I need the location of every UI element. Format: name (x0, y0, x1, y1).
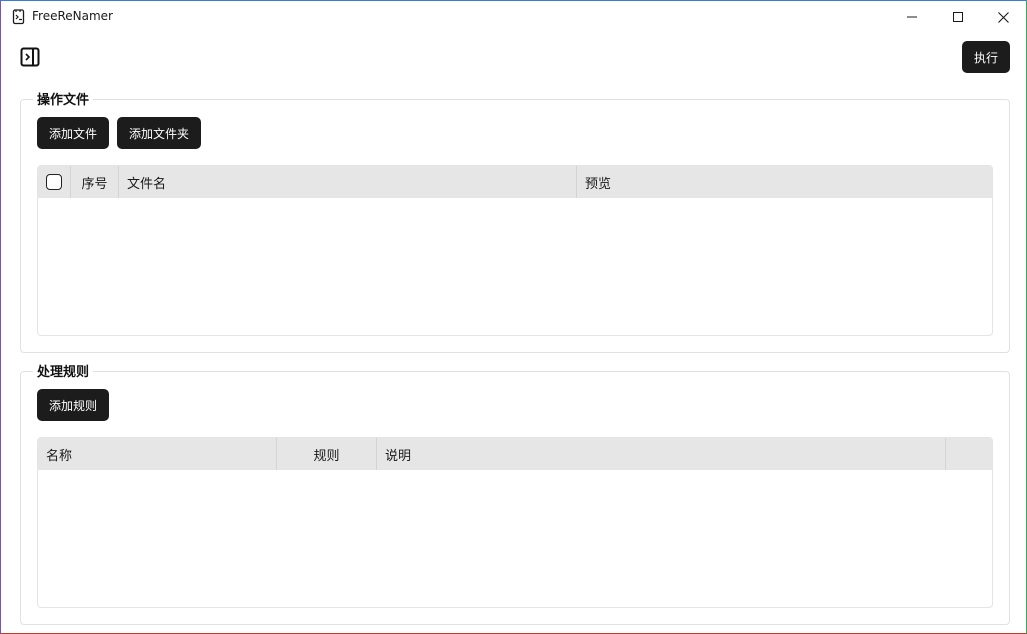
files-table: 序号 文件名 预览 (37, 165, 993, 336)
window-title: FreeReNamer (32, 9, 113, 23)
rules-table-header: 名称 规则 说明 (38, 438, 992, 470)
rules-group: 处理规则 添加规则 名称 规则 说明 (20, 361, 1010, 625)
sidebar-toggle-icon (20, 47, 40, 67)
column-header-filename[interactable]: 文件名 (119, 166, 577, 198)
execute-button[interactable]: 执行 (962, 41, 1010, 73)
minimize-button[interactable] (889, 1, 935, 33)
add-file-button[interactable]: 添加文件 (37, 117, 109, 149)
files-table-header: 序号 文件名 预览 (38, 166, 992, 198)
maximize-icon (953, 12, 963, 22)
sidebar-toggle-button[interactable] (20, 47, 40, 67)
close-button[interactable] (980, 1, 1026, 33)
files-group: 操作文件 添加文件 添加文件夹 序号 文件名 预览 (20, 89, 1010, 353)
add-folder-button[interactable]: 添加文件夹 (117, 117, 201, 149)
column-header-name[interactable]: 名称 (38, 438, 277, 470)
column-header-actions (946, 438, 992, 470)
title-bar[interactable]: FreeReNamer (1, 1, 1026, 33)
close-icon (997, 11, 1009, 23)
app-window: FreeReNamer 执行 操作文件 添加文件 添加文件夹 序号 文件名 预览… (0, 0, 1027, 634)
select-all-checkbox[interactable] (46, 174, 62, 190)
column-header-preview[interactable]: 预览 (577, 166, 992, 198)
select-all-header (38, 166, 71, 198)
column-header-index[interactable]: 序号 (71, 166, 119, 198)
files-group-title: 操作文件 (33, 89, 94, 108)
rules-table: 名称 规则 说明 (37, 437, 993, 608)
add-rule-button[interactable]: 添加规则 (37, 389, 109, 421)
minimize-icon (907, 16, 917, 18)
app-icon (12, 9, 26, 25)
column-header-rule[interactable]: 规则 (277, 438, 377, 470)
maximize-button[interactable] (935, 1, 981, 33)
rules-group-title: 处理规则 (33, 361, 94, 380)
column-header-description[interactable]: 说明 (377, 438, 946, 470)
